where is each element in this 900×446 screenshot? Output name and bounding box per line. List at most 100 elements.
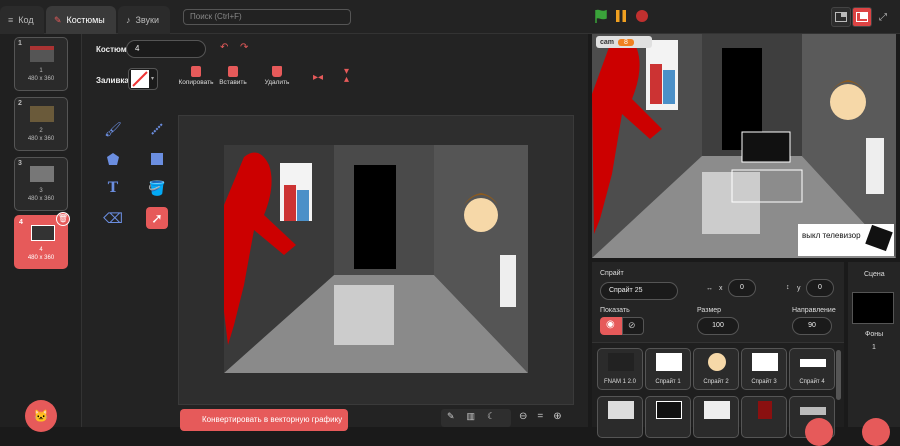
bitmap-mode-icon[interactable]: ▥	[467, 411, 476, 425]
canvas-mode-controls: ✎ ▥ ☾	[441, 409, 511, 427]
eye-slash-icon: ⊘	[628, 320, 636, 330]
costume-item[interactable]: 1 1 480 x 360	[14, 37, 68, 91]
large-stage-icon	[856, 12, 868, 22]
show-label: Показать	[600, 307, 630, 314]
sprite-thumbnail	[708, 353, 726, 371]
add-backdrop-button[interactable]	[862, 418, 890, 446]
sprite-thumbnail	[800, 359, 826, 367]
cam-variable-value: 8	[618, 38, 634, 46]
fill-color-picker[interactable]: ▾	[128, 68, 158, 90]
sprite-thumbnail	[608, 353, 634, 371]
circle-tool-icon	[107, 153, 119, 165]
backdrops-count: 1	[872, 344, 876, 351]
sprite-tile[interactable]	[645, 396, 691, 438]
sprite-thumbnail	[752, 353, 778, 371]
fill-tool[interactable]: 🪣	[146, 177, 168, 199]
sprite-tile[interactable]: Спрайт 3	[741, 348, 787, 390]
costume-item[interactable]: 3 3 480 x 360	[14, 157, 68, 211]
bucket-icon: 🪣	[148, 179, 166, 196]
rectangle-tool-icon	[151, 153, 163, 165]
add-sprite-button[interactable]	[805, 418, 833, 446]
direction-label: Направление	[792, 307, 836, 314]
undo-icon[interactable]: ↶	[220, 42, 238, 56]
sprite-tile[interactable]: Спрайт 1	[645, 348, 691, 390]
tab-code[interactable]: ≡ Код	[0, 6, 44, 34]
scene-thumbnail[interactable]	[852, 292, 894, 324]
cat-plus-icon: 🐱	[33, 409, 49, 423]
stage[interactable]: cam 8 выкл телевизор	[592, 34, 896, 258]
circle-tool[interactable]	[102, 148, 124, 170]
costume-size: 480 x 360	[27, 76, 55, 82]
y-input[interactable]: 0	[806, 279, 834, 297]
delete-label: Удалить	[264, 79, 290, 86]
line-tool[interactable]	[146, 118, 168, 140]
tab-costumes[interactable]: ✎ Костюмы	[46, 6, 116, 34]
sprite-tile[interactable]: Спрайт 2	[693, 348, 739, 390]
flip-vertical-icon[interactable]: ▾ ▴	[344, 67, 349, 85]
brush-tool[interactable]: 🖌	[102, 118, 124, 140]
speaker-icon: ♪	[126, 15, 131, 25]
tv-off-text: выкл телевизор	[802, 231, 861, 240]
small-stage-button[interactable]	[831, 7, 851, 27]
x-arrows-icon: ↔	[706, 285, 713, 292]
zoom-controls: ⊖ = ⊕	[513, 409, 575, 427]
sprite-list-scrollbar[interactable]	[836, 350, 841, 400]
brush-mode-icon[interactable]: ✎	[447, 411, 455, 425]
show-hidden-button[interactable]: ⊘	[622, 317, 644, 335]
zoom-out-icon[interactable]: ⊖	[519, 411, 527, 425]
green-flag-icon[interactable]	[594, 9, 608, 23]
brush-icon: ✎	[54, 14, 62, 25]
chevron-down-icon: ▾	[151, 76, 155, 82]
sprite-thumbnail	[800, 407, 826, 415]
select-tool[interactable]: ➚	[146, 207, 168, 229]
sprite-tile[interactable]: FNAM 1 2.0	[597, 348, 643, 390]
flip-horizontal-icon[interactable]: ▸◂	[313, 72, 323, 83]
costume-item[interactable]: 2 2 480 x 360	[14, 97, 68, 151]
direction-input[interactable]: 90	[792, 317, 832, 335]
tab-sounds[interactable]: ♪ Звуки	[118, 6, 170, 34]
fill-label: Заливка	[96, 76, 129, 85]
copy-button[interactable]: Копировать	[176, 66, 216, 94]
tab-sounds-label: Звуки	[135, 15, 159, 25]
sprite-tile[interactable]	[741, 396, 787, 438]
costume-thumbnail	[31, 225, 55, 241]
sprite-thumbnail	[608, 401, 634, 419]
sprite-tile-name: Спрайт 4	[799, 379, 825, 385]
zoom-reset-icon[interactable]: =	[537, 411, 543, 425]
add-costume-button[interactable]: 🐱	[25, 400, 57, 432]
costume-number: 4	[19, 219, 23, 226]
costume-number: 1	[18, 40, 22, 47]
eraser-tool[interactable]: ⌫	[102, 207, 124, 229]
stop-icon[interactable]	[636, 10, 648, 22]
costume-name-input[interactable]: 4	[126, 40, 206, 58]
sprite-thumbnail	[656, 353, 682, 371]
paste-button[interactable]: Вставить	[216, 66, 250, 94]
large-stage-button[interactable]	[852, 7, 872, 27]
redo-icon[interactable]: ↷	[240, 42, 258, 56]
sprite-tile[interactable]	[597, 396, 643, 438]
eraser-icon: ⌫	[103, 209, 123, 226]
line-tool-icon	[151, 123, 163, 135]
search-input[interactable]: Поиск (Ctrl+F)	[183, 9, 351, 25]
moon-icon[interactable]: ☾	[487, 411, 495, 425]
sprite-tile[interactable]	[693, 396, 739, 438]
rectangle-tool[interactable]	[146, 148, 168, 170]
costume-image	[224, 145, 528, 373]
delete-button[interactable]: Удалить	[262, 66, 292, 94]
text-tool[interactable]: T	[102, 177, 124, 199]
zoom-in-icon[interactable]: ⊕	[553, 411, 561, 425]
cam-variable-label: cam	[600, 38, 615, 46]
pause-icon[interactable]	[614, 9, 628, 23]
sprite-name-input[interactable]: Спрайт 25	[600, 282, 678, 300]
show-visible-button[interactable]: ◉	[600, 317, 622, 335]
x-input[interactable]: 0	[728, 279, 756, 297]
sprite-tile[interactable]: Спрайт 4	[789, 348, 835, 390]
sprite-tile-name: FNAM 1 2.0	[603, 379, 636, 385]
no-fill-icon	[131, 70, 149, 88]
convert-to-vector-button[interactable]: Конвертировать в векторную графику	[180, 409, 348, 431]
size-input[interactable]: 100	[697, 317, 739, 335]
fullscreen-button[interactable]: ⤢	[873, 7, 893, 27]
delete-costume-icon[interactable]: 🗑	[56, 212, 70, 226]
scene-label: Сцена	[864, 271, 885, 278]
sprite-thumbnail	[656, 401, 682, 419]
